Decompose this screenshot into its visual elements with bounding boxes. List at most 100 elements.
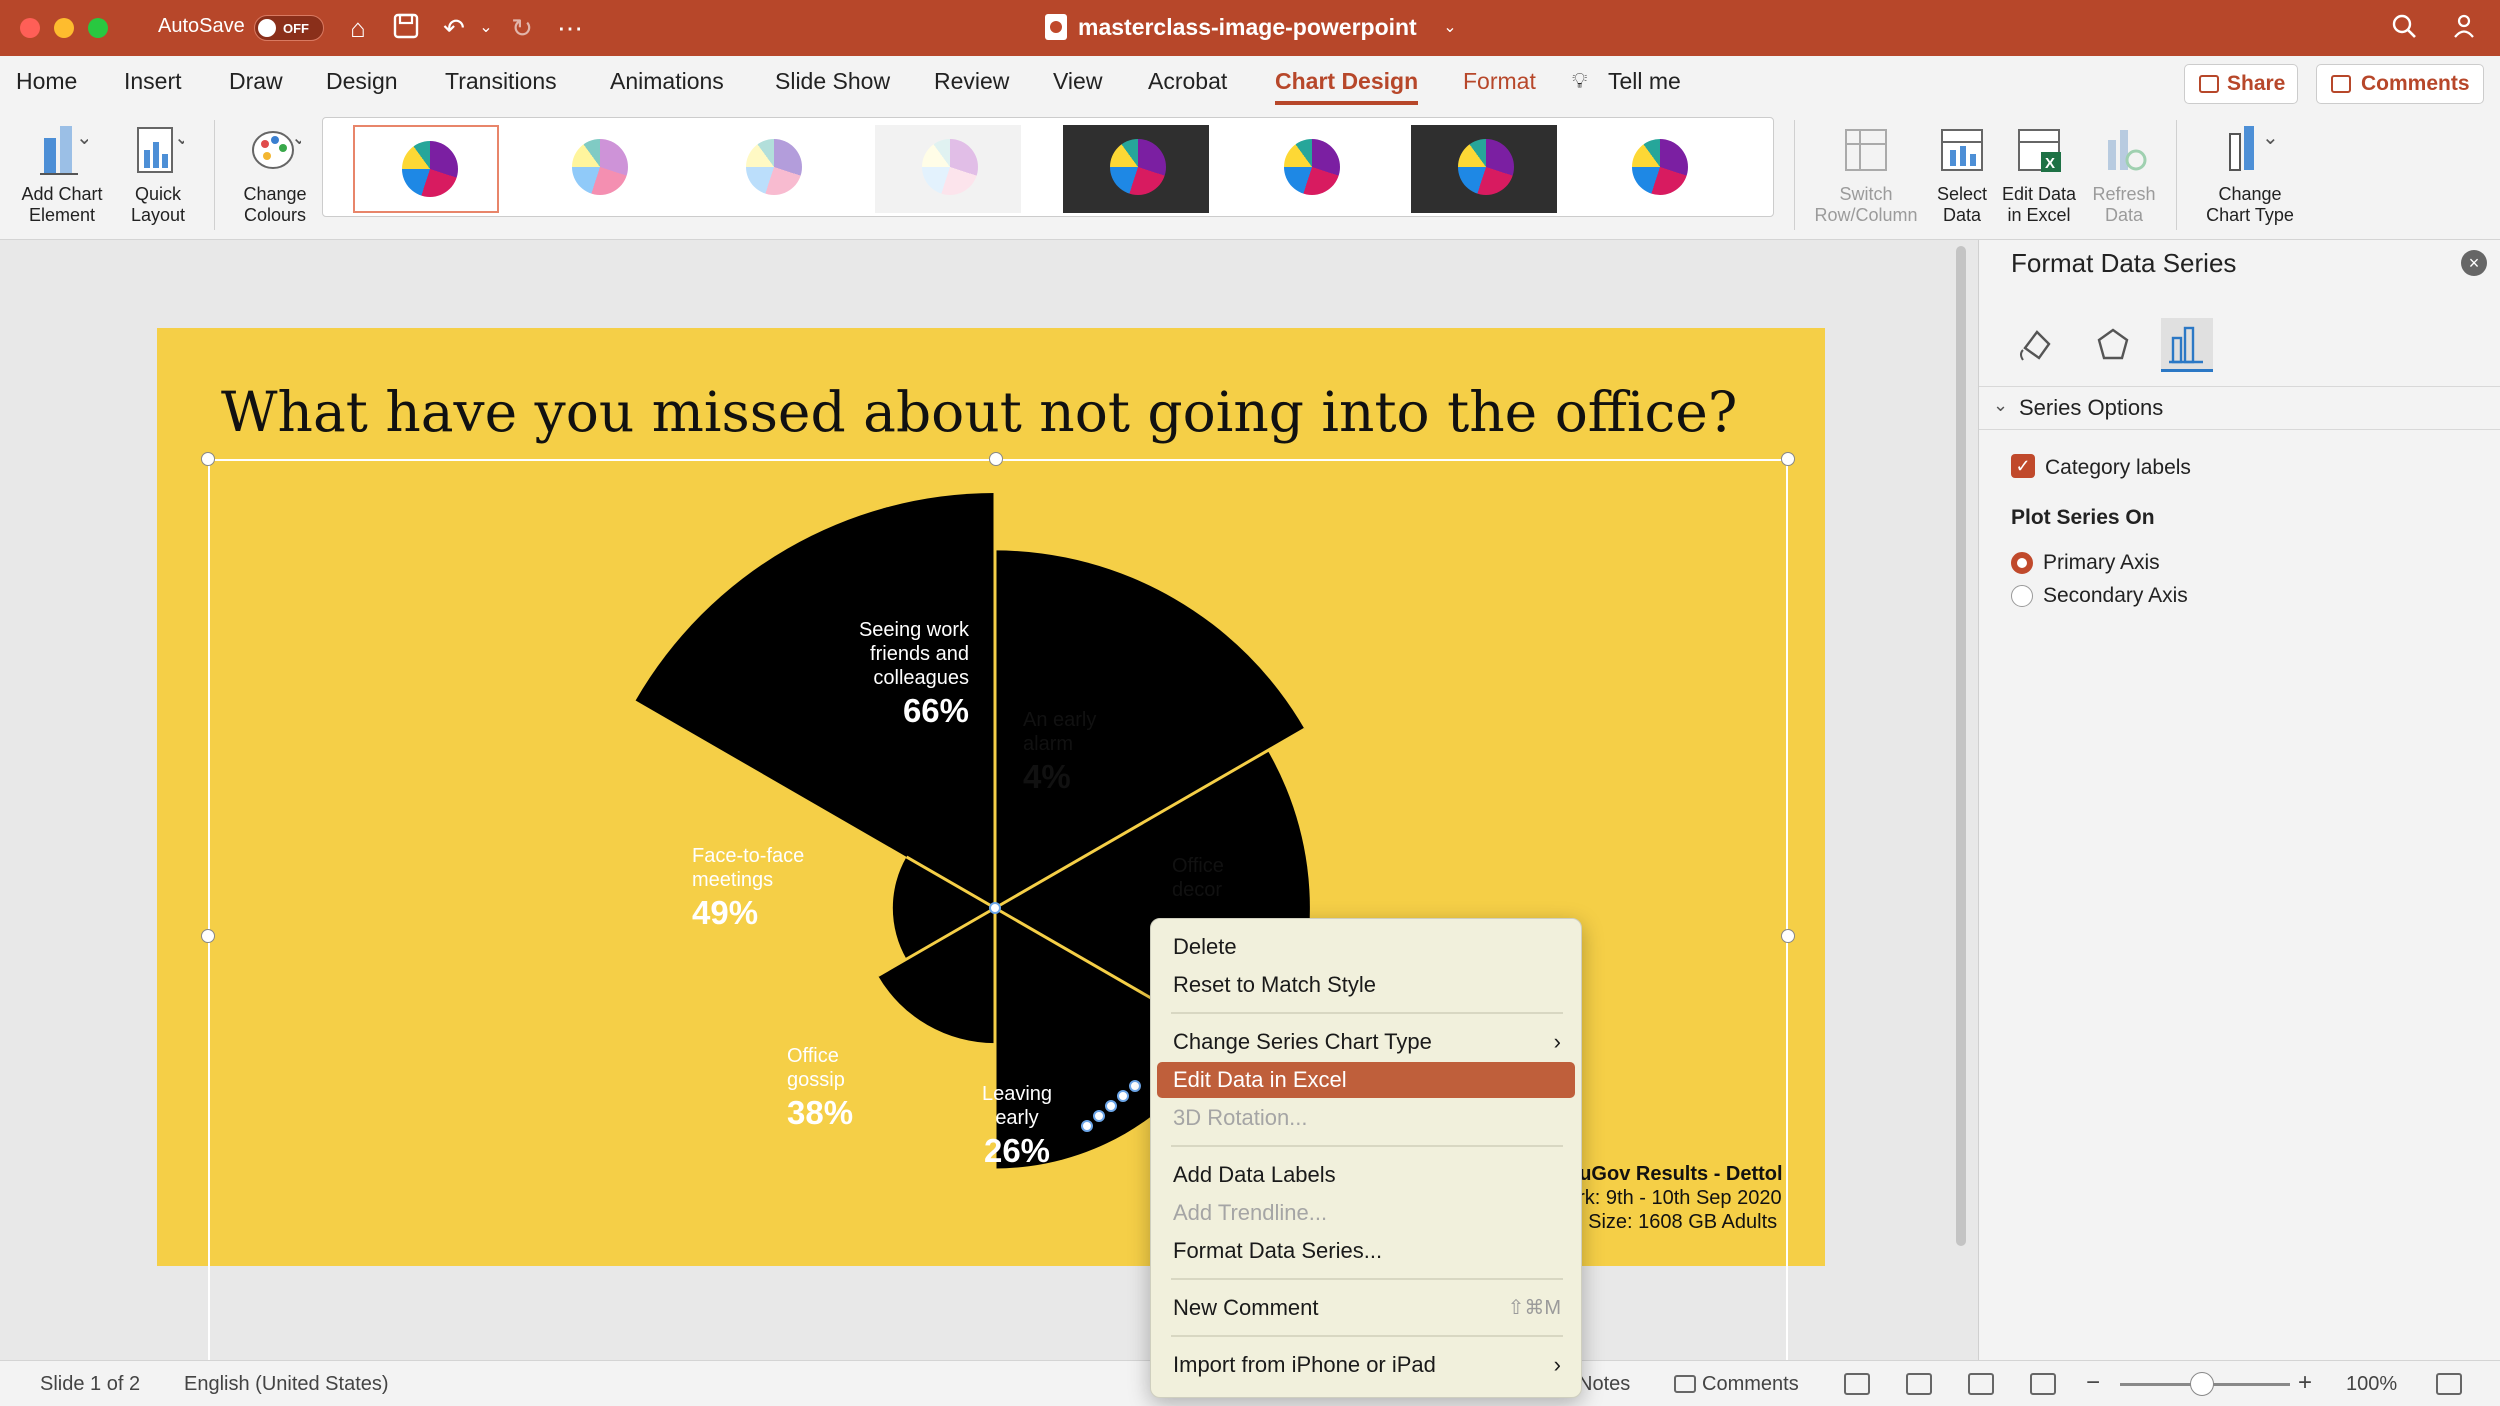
add-chart-element-button[interactable]: ⌄ Add Chart Element xyxy=(12,120,112,226)
refresh-data-button[interactable]: Refresh Data xyxy=(2086,120,2162,226)
tab-insert[interactable]: Insert xyxy=(124,68,182,95)
select-data-button[interactable]: Select Data xyxy=(1930,120,1994,226)
zoom-out-icon[interactable]: − xyxy=(2086,1369,2100,1397)
label-alarm-pct: 4% xyxy=(1023,758,1071,795)
tab-animations[interactable]: Animations xyxy=(610,68,724,95)
menu-item-change-series-chart-type[interactable]: Change Series Chart Type › xyxy=(1157,1024,1575,1060)
tab-review[interactable]: Review xyxy=(934,68,1009,95)
series-options-tab[interactable] xyxy=(2161,318,2213,372)
edit-data-in-excel-button[interactable]: X Edit Data in Excel xyxy=(1996,120,2082,226)
comments-button[interactable]: Comments xyxy=(2316,64,2484,104)
label-office-decor[interactable]: Office decor xyxy=(1172,854,1224,902)
quick-layout-button[interactable]: ⌄ Quick Layout xyxy=(112,120,204,226)
redo-icon[interactable]: ↻ xyxy=(506,12,538,44)
maximize-window-button[interactable] xyxy=(88,18,108,38)
tab-design[interactable]: Design xyxy=(326,68,398,95)
normal-view-icon[interactable] xyxy=(1844,1373,1870,1395)
fit-to-window-icon[interactable] xyxy=(2436,1373,2462,1395)
slideshow-view-icon[interactable] xyxy=(2030,1373,2056,1395)
title-dropdown-icon[interactable]: ⌄ xyxy=(1434,12,1466,44)
label-seeing-work-friends[interactable]: Seeing work friends and colleagues 66% xyxy=(787,618,969,732)
tab-transitions[interactable]: Transitions xyxy=(445,68,557,95)
menu-item-3d-rotation[interactable]: 3D Rotation... xyxy=(1157,1100,1575,1136)
source-note[interactable]: ouGov Results - Dettol ork: 9th - 10th S… xyxy=(1567,1162,1825,1234)
menu-item-format-data-series[interactable]: Format Data Series... xyxy=(1157,1233,1575,1269)
menu-item-delete[interactable]: Delete xyxy=(1157,929,1575,965)
label-leaving-early[interactable]: Leaving early 26% xyxy=(957,1082,1077,1172)
menu-item-reset-label: Reset to Match Style xyxy=(1173,972,1376,997)
change-chart-type-button[interactable]: ⌄ Change Chart Type xyxy=(2194,120,2306,226)
comments-status-button[interactable]: Comments xyxy=(1702,1373,1799,1396)
primary-axis-radio[interactable] xyxy=(2011,552,2033,574)
notes-button[interactable]: Notes xyxy=(1578,1373,1630,1396)
chart-style-3[interactable] xyxy=(699,125,845,213)
slide-sorter-icon[interactable] xyxy=(1906,1373,1932,1395)
powerpoint-file-icon xyxy=(1045,14,1067,40)
chart-style-thumbnail xyxy=(1632,139,1688,195)
fill-line-tab[interactable] xyxy=(2013,318,2065,372)
effects-tab[interactable] xyxy=(2087,318,2139,372)
share-button[interactable]: Share xyxy=(2184,64,2298,104)
undo-dropdown-icon[interactable]: ⌄ xyxy=(470,12,502,44)
home-icon[interactable]: ⌂ xyxy=(342,12,374,44)
vertical-scrollbar[interactable] xyxy=(1956,246,1966,1246)
tell-me-search[interactable]: Tell me xyxy=(1608,68,1681,95)
search-icon[interactable] xyxy=(2388,12,2420,44)
menu-item-reset[interactable]: Reset to Match Style xyxy=(1157,967,1575,1003)
chart-style-6[interactable] xyxy=(1237,125,1383,213)
secondary-axis-radio[interactable] xyxy=(2011,585,2033,607)
zoom-level[interactable]: 100% xyxy=(2346,1373,2397,1396)
tab-acrobat[interactable]: Acrobat xyxy=(1148,68,1227,95)
menu-item-edit-data-in-excel[interactable]: Edit Data in Excel xyxy=(1157,1062,1575,1098)
resize-handle[interactable] xyxy=(1781,452,1795,466)
close-pane-button[interactable]: × xyxy=(2461,250,2487,276)
tab-slide-show[interactable]: Slide Show xyxy=(775,68,890,95)
ribbon-separator xyxy=(2176,120,2177,230)
share-person-icon[interactable] xyxy=(2450,12,2482,44)
chart-style-4[interactable] xyxy=(875,125,1021,213)
change-colours-button[interactable]: ⌄ Change Colours xyxy=(228,120,322,226)
menu-item-add-data-labels[interactable]: Add Data Labels xyxy=(1157,1157,1575,1193)
edit-excel-label-1: Edit Data xyxy=(2001,184,2077,204)
zoom-in-icon[interactable]: + xyxy=(2298,1369,2312,1397)
resize-handle[interactable] xyxy=(989,452,1003,466)
menu-item-import-from-iphone[interactable]: Import from iPhone or iPad › xyxy=(1157,1347,1575,1383)
label-office-gossip[interactable]: Office gossip 38% xyxy=(787,1044,853,1134)
document-title[interactable]: masterclass-image-powerpoint xyxy=(1078,14,1417,41)
chart-style-2[interactable] xyxy=(525,125,671,213)
label-face-to-face[interactable]: Face-to-face meetings 49% xyxy=(692,844,804,934)
reading-view-icon[interactable] xyxy=(1968,1373,1994,1395)
menu-separator xyxy=(1171,1335,1563,1337)
tab-view[interactable]: View xyxy=(1053,68,1102,95)
undo-icon[interactable]: ↶ xyxy=(438,12,470,44)
toggle-knob xyxy=(258,19,276,37)
tab-format[interactable]: Format xyxy=(1463,68,1536,95)
series-options-header[interactable]: ⌄ Series Options xyxy=(1979,386,2500,430)
menu-item-add-trendline[interactable]: Add Trendline... xyxy=(1157,1195,1575,1231)
resize-handle[interactable] xyxy=(1781,929,1795,943)
autosave-toggle[interactable]: OFF xyxy=(254,15,324,41)
chart-style-thumbnail xyxy=(402,141,458,197)
quick-layout-icon: ⌄ xyxy=(132,120,191,178)
edit-excel-label-2: in Excel xyxy=(2007,205,2071,225)
save-icon[interactable] xyxy=(390,12,422,44)
switch-row-column-button[interactable]: Switch Row/Column xyxy=(1806,120,1926,226)
chart-style-5[interactable] xyxy=(1063,125,1209,213)
chart-style-1[interactable] xyxy=(353,125,499,213)
chart-style-8[interactable] xyxy=(1585,125,1731,213)
tab-draw[interactable]: Draw xyxy=(229,68,283,95)
minimize-window-button[interactable] xyxy=(54,18,74,38)
label-early-alarm[interactable]: An early alarm 4% xyxy=(1023,708,1096,798)
slide-counter: Slide 1 of 2 xyxy=(40,1373,141,1395)
resize-handle[interactable] xyxy=(201,929,215,943)
zoom-slider-knob[interactable] xyxy=(2190,1372,2214,1396)
category-labels-checkbox[interactable]: ✓ xyxy=(2011,454,2035,478)
tab-chart-design[interactable]: Chart Design xyxy=(1275,68,1419,105)
menu-item-new-comment[interactable]: New Comment ⇧⌘M xyxy=(1157,1290,1575,1326)
tab-home[interactable]: Home xyxy=(16,68,77,95)
more-icon[interactable]: ⋯ xyxy=(554,12,586,44)
resize-handle[interactable] xyxy=(201,452,215,466)
chart-style-7[interactable] xyxy=(1411,125,1557,213)
language-indicator[interactable]: English (United States) xyxy=(184,1373,389,1396)
close-window-button[interactable] xyxy=(20,18,40,38)
